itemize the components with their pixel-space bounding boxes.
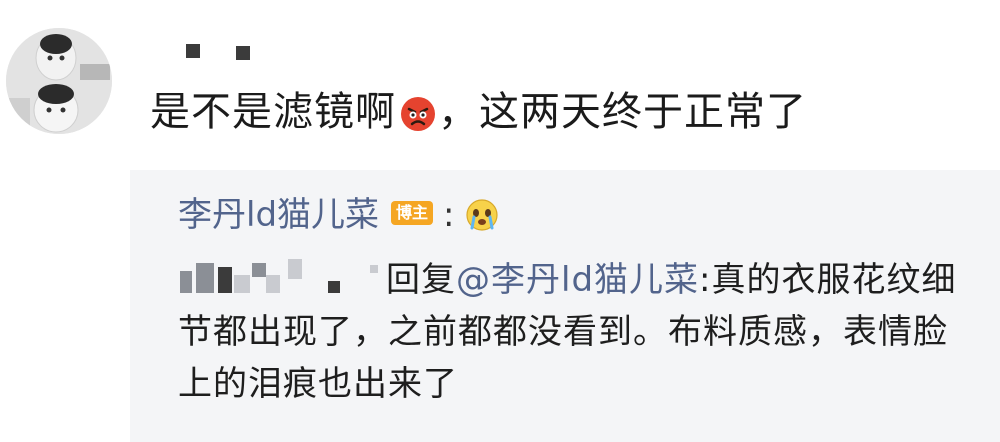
comment-text-after: ，这两天终于正常了	[438, 89, 807, 135]
reply-prefix: 回复	[386, 260, 456, 300]
header-colon: :	[443, 195, 455, 235]
comment-text-before: 是不是滤镜啊	[150, 89, 396, 135]
reply-thread: 李丹ld猫儿菜 博主: 回复@李丹ld猫儿菜:真的衣服花纹细节都出现了，之前都都没…	[130, 170, 1000, 442]
commenter-avatar[interactable]	[6, 28, 112, 134]
blogger-name-link[interactable]: 李丹ld猫儿菜	[178, 195, 379, 235]
crying-face-icon	[465, 199, 498, 231]
reply-header: 李丹ld猫儿菜 博主:	[178, 190, 499, 240]
mention-link[interactable]: @李丹ld猫儿菜	[456, 260, 699, 300]
avatar-image	[6, 28, 112, 134]
reply-body: 回复@李丹ld猫儿菜:真的衣服花纹细节都出现了，之前都都没看到。布料质感，表情脸…	[178, 254, 978, 410]
comment-text: 是不是滤镜啊 ，这两天终于正常了	[150, 82, 807, 142]
angry-face-icon	[401, 97, 435, 131]
blogger-badge: 博主	[391, 201, 434, 225]
censored-reply-username[interactable]	[178, 257, 386, 297]
